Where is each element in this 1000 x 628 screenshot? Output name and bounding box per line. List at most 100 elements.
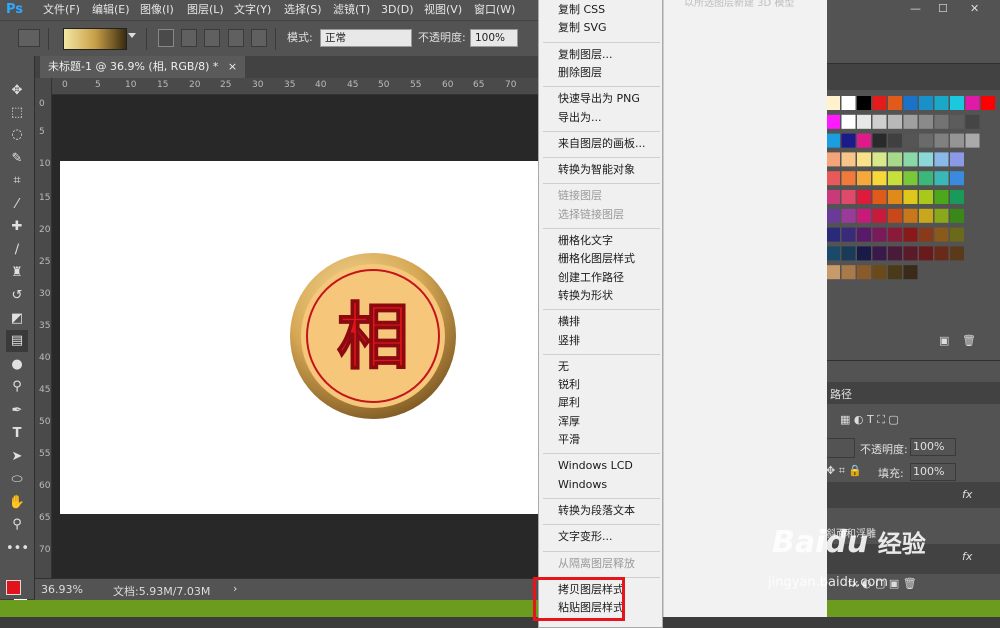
color-swatch[interactable] [826, 114, 840, 129]
mode-select[interactable]: 正常 [320, 29, 412, 47]
color-swatch[interactable] [857, 114, 871, 129]
color-swatch[interactable] [981, 96, 995, 110]
color-swatch[interactable] [950, 96, 964, 110]
color-swatch[interactable] [950, 190, 964, 204]
path-select-tool-icon[interactable]: ➤ [6, 446, 28, 468]
angle-gradient-button[interactable] [204, 29, 220, 47]
color-swatch[interactable] [888, 96, 902, 110]
color-swatch[interactable] [857, 171, 871, 186]
canvas[interactable]: 相 [60, 161, 538, 514]
opacity-input[interactable]: 100% [470, 29, 518, 47]
color-swatch[interactable] [857, 152, 871, 167]
color-swatch[interactable] [826, 208, 840, 223]
color-swatch[interactable] [826, 246, 840, 261]
menu-edit[interactable]: 编辑(E) [92, 0, 130, 20]
context-menu-item[interactable]: 犀利 [558, 394, 580, 412]
color-swatch[interactable] [872, 227, 887, 242]
color-swatch[interactable] [919, 114, 933, 129]
color-swatch[interactable] [857, 246, 871, 261]
maximize-icon[interactable]: ☐ [938, 2, 948, 15]
color-swatch[interactable] [888, 133, 902, 148]
color-swatch[interactable] [950, 133, 964, 148]
trash-icon[interactable]: 🗑 [962, 334, 976, 347]
color-swatch[interactable] [857, 208, 871, 223]
foreground-color-swatch[interactable] [6, 580, 21, 595]
color-swatch[interactable] [903, 171, 918, 186]
color-swatch[interactable] [888, 152, 902, 167]
color-swatch[interactable] [872, 114, 887, 129]
color-swatch[interactable] [888, 190, 902, 204]
color-swatch[interactable] [826, 265, 840, 280]
color-swatch[interactable] [872, 265, 887, 280]
color-swatch[interactable] [872, 208, 887, 223]
gradient-preview[interactable] [63, 28, 127, 50]
menu-file[interactable]: 文件(F) [43, 0, 80, 20]
move-tool-icon[interactable]: ✥ [6, 80, 28, 102]
context-menu-item[interactable]: 无 [558, 358, 569, 376]
context-menu-item[interactable]: 栅格化文字 [558, 232, 613, 250]
context-menu-item[interactable]: 复制 CSS [558, 1, 605, 19]
color-swatch[interactable] [903, 152, 918, 167]
color-swatch[interactable] [841, 190, 856, 204]
menu-3d[interactable]: 3D(D) [381, 0, 414, 20]
color-swatch[interactable] [919, 246, 933, 261]
color-swatch[interactable] [934, 208, 949, 223]
fx-icon[interactable]: fx [962, 488, 972, 501]
document-tab[interactable]: 未标题-1 @ 36.9% (相, RGB/8) * × [40, 56, 246, 78]
history-brush-tool-icon[interactable]: ↺ [6, 285, 28, 307]
tab-paths[interactable]: 路径 [830, 386, 852, 402]
context-menu-item[interactable]: 文字变形... [558, 528, 613, 546]
eraser-tool-icon[interactable]: ◩ [6, 308, 28, 330]
color-swatch[interactable] [888, 246, 902, 261]
color-swatch[interactable] [841, 265, 856, 280]
stamp-tool-icon[interactable]: ♜ [6, 262, 28, 284]
reflected-gradient-button[interactable] [228, 29, 244, 47]
color-swatch[interactable] [934, 96, 949, 110]
lasso-tool-icon[interactable]: ◌ [6, 124, 28, 146]
type-tool-icon[interactable]: T [6, 423, 28, 445]
color-swatch[interactable] [903, 96, 918, 110]
context-menu-item[interactable]: 复制图层... [558, 46, 613, 64]
color-swatch[interactable] [888, 171, 902, 186]
color-swatch[interactable] [903, 227, 918, 242]
gradient-tool-icon[interactable]: ▤ [6, 330, 28, 352]
color-swatch[interactable] [841, 227, 856, 242]
filter-icons[interactable]: ▦ ◐ T ⛶ ▢ [840, 413, 899, 427]
context-menu-item[interactable]: 栅格化图层样式 [558, 250, 635, 268]
layer-opacity-input[interactable]: 100% [910, 438, 956, 456]
context-menu-item[interactable]: 转换为段落文本 [558, 502, 635, 520]
color-swatch[interactable] [965, 114, 980, 129]
color-swatch[interactable] [826, 190, 840, 204]
color-swatch[interactable] [919, 171, 933, 186]
color-swatch[interactable] [919, 96, 933, 110]
color-swatch[interactable] [965, 96, 980, 110]
context-menu-item[interactable]: 平滑 [558, 431, 580, 449]
close-icon[interactable]: ✕ [970, 2, 979, 15]
color-swatch[interactable] [965, 133, 980, 148]
linear-gradient-button[interactable] [158, 29, 174, 47]
color-swatch[interactable] [903, 190, 918, 204]
fill-input[interactable]: 100% [910, 463, 956, 481]
lock-icons[interactable]: ✥ ⌗ 🔒 [826, 464, 862, 478]
context-menu-item[interactable]: 锐利 [558, 376, 580, 394]
context-menu-item[interactable]: 快速导出为 PNG [558, 90, 640, 108]
zoom-tool-icon[interactable]: ⚲ [6, 514, 28, 536]
context-menu-item[interactable]: 转换为形状 [558, 287, 613, 305]
more-tools-icon[interactable]: ••• [6, 538, 29, 560]
context-menu-item[interactable]: Windows LCD [558, 457, 633, 475]
context-menu-item[interactable]: 浑厚 [558, 413, 580, 431]
new-swatch-icon[interactable]: ▣ [939, 334, 949, 347]
healing-tool-icon[interactable]: ✚ [6, 216, 28, 238]
dodge-tool-icon[interactable]: ⚲ [6, 376, 28, 398]
color-swatch[interactable] [919, 133, 933, 148]
color-swatch[interactable] [934, 133, 949, 148]
color-swatch[interactable] [872, 190, 887, 204]
context-menu-item[interactable]: 来自图层的画板... [558, 135, 646, 153]
color-swatch[interactable] [903, 265, 918, 280]
color-swatch[interactable] [950, 246, 964, 261]
color-swatch[interactable] [888, 208, 902, 223]
color-swatch[interactable] [934, 190, 949, 204]
tool-preset-picker[interactable] [18, 29, 40, 47]
color-swatch[interactable] [857, 96, 871, 110]
color-swatch[interactable] [872, 246, 887, 261]
